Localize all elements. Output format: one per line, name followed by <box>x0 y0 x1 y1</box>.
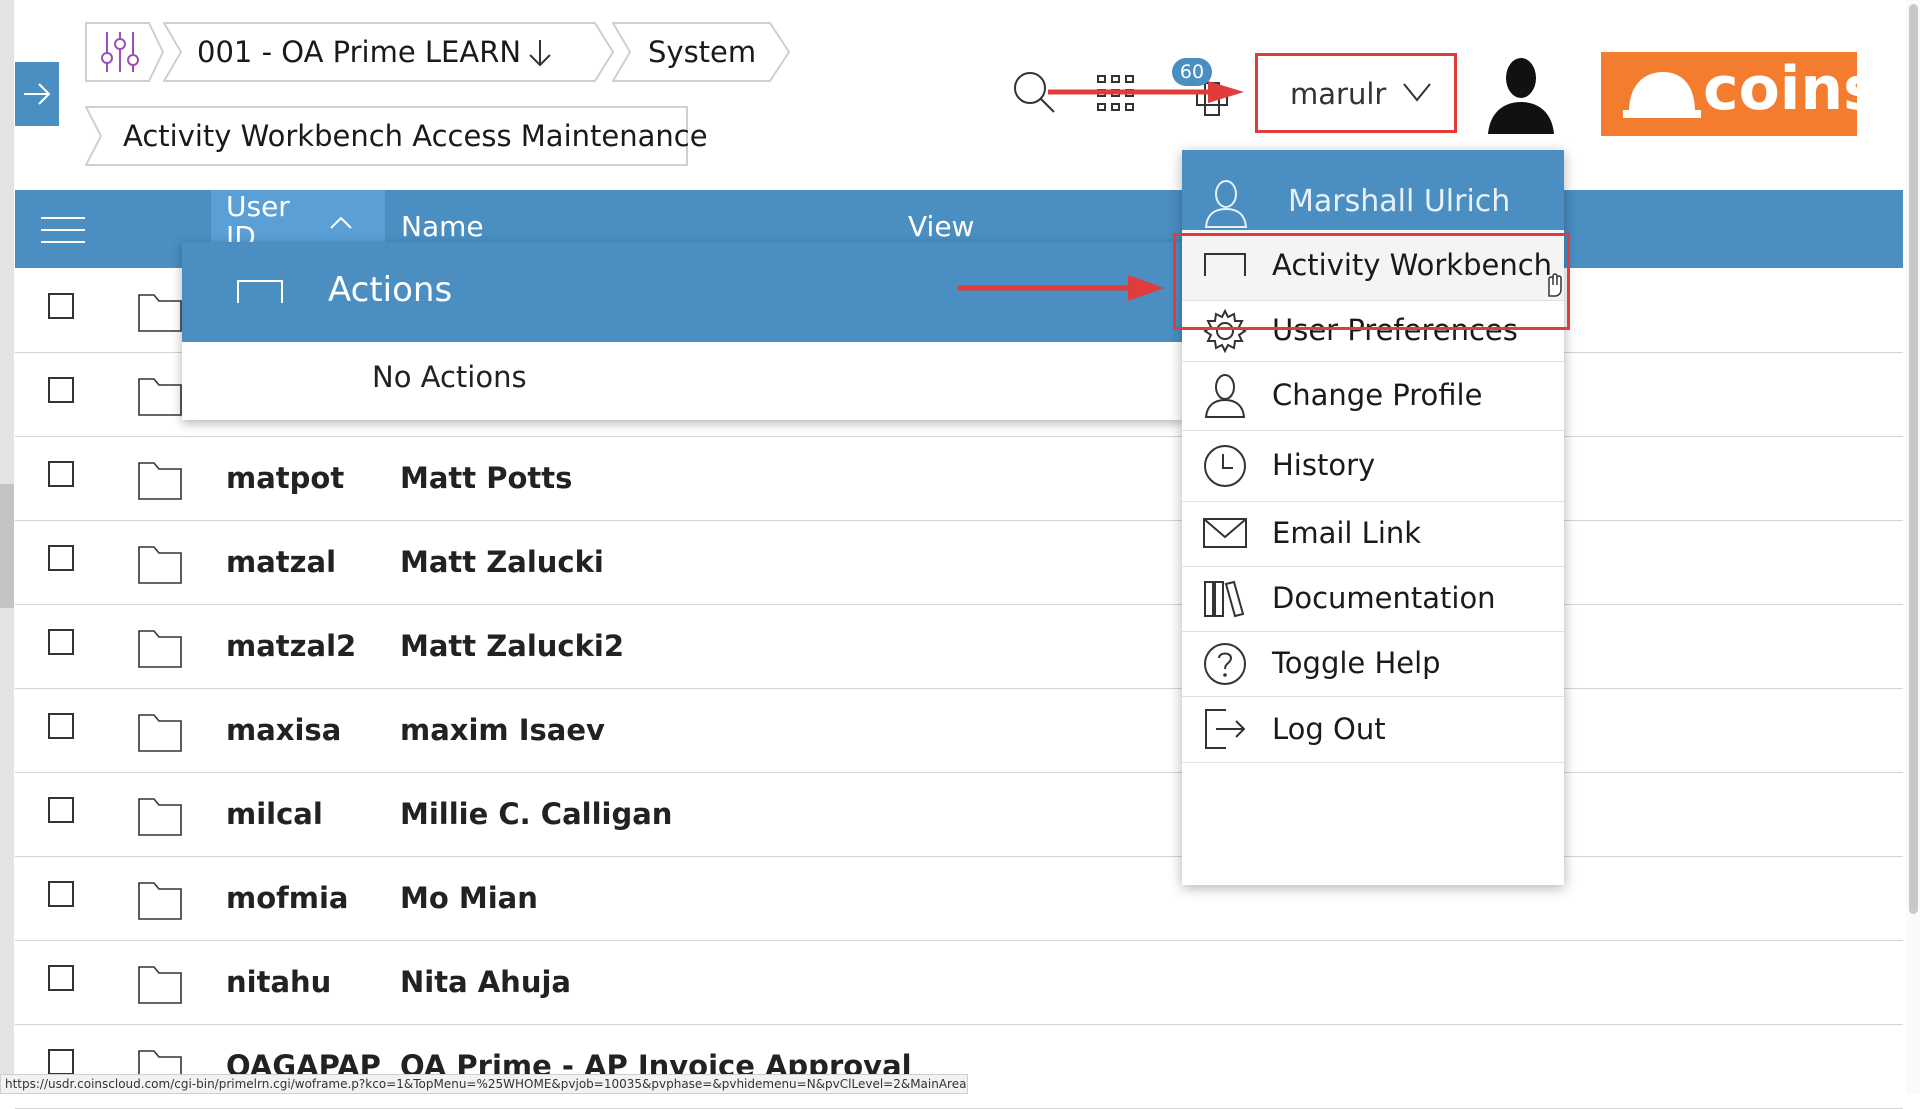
envelope-icon <box>1203 518 1247 548</box>
cell-name: Matt Potts <box>400 461 573 495</box>
highlight-activity-workbench <box>1173 233 1570 330</box>
page-title: Activity Workbench Access Maintenance <box>123 119 708 153</box>
row-checkbox[interactable] <box>48 545 74 571</box>
company-crumb[interactable]: 001 - OA Prime LEARN <box>163 22 615 82</box>
column-header-view[interactable]: View <box>908 210 974 243</box>
folder-icon[interactable] <box>138 712 182 752</box>
avatar-icon[interactable] <box>1486 56 1556 134</box>
brand-name: coins <box>1703 54 1879 124</box>
table-row[interactable]: matzal2 Matt Zalucki2 <box>15 604 1903 689</box>
coins-logo: coins <box>1601 52 1879 136</box>
hard-hat-icon <box>1623 72 1701 118</box>
table-row[interactable]: matzal Matt Zalucki <box>15 520 1903 605</box>
expand-nav-button[interactable] <box>15 62 59 126</box>
user-outline-icon <box>1204 180 1248 228</box>
menu-item-change-profile[interactable]: Change Profile <box>1182 361 1564 431</box>
cell-user-id: matzal2 <box>226 629 357 663</box>
folder-icon[interactable] <box>138 376 182 416</box>
folder-icon[interactable] <box>138 964 182 1004</box>
row-checkbox[interactable] <box>48 629 74 655</box>
menu-item-label: Change Profile <box>1272 378 1483 412</box>
user-menu-header: Marshall Ulrich <box>1182 150 1564 230</box>
cell-user-id: OAGAPAP <box>226 1049 381 1083</box>
logout-icon <box>1205 709 1246 749</box>
page-scrollbar[interactable] <box>1906 0 1920 1094</box>
left-scroll-thumb[interactable] <box>0 484 14 608</box>
menu-item-label: Documentation <box>1272 581 1496 615</box>
row-checkbox[interactable] <box>48 797 74 823</box>
cell-name: Millie C. Calligan <box>400 797 673 831</box>
hamburger-menu-icon[interactable] <box>41 216 85 244</box>
arrow-right-icon <box>24 83 51 105</box>
cell-user-id: matzal <box>226 545 337 579</box>
cell-name: Mo Mian <box>400 881 538 915</box>
cell-user-id: maxisa <box>226 713 342 747</box>
menu-item-label: Log Out <box>1272 712 1386 746</box>
settings-crumb[interactable] <box>85 22 165 82</box>
cell-name: OA Prime - AP Invoice Approval <box>400 1049 912 1083</box>
row-checkbox[interactable] <box>48 881 74 907</box>
cell-name: Matt Zalucki2 <box>400 629 625 663</box>
folder-icon[interactable] <box>138 460 182 500</box>
clock-icon <box>1204 445 1246 487</box>
cell-name: Nita Ahuja <box>400 965 571 999</box>
menu-item-label: Toggle Help <box>1272 646 1441 680</box>
chevron-down-icon <box>1403 83 1431 102</box>
menu-item-log-out[interactable]: Log Out <box>1182 696 1564 763</box>
window-icon <box>237 280 283 303</box>
table-row[interactable]: mofmia Mo Mian <box>15 856 1903 941</box>
table-row[interactable]: nitahu Nita Ahuja <box>15 940 1903 1025</box>
user-select-dropdown[interactable]: marulr <box>1255 53 1457 133</box>
cell-user-id: nitahu <box>226 965 332 999</box>
cell-name: maxim Isaev <box>400 713 605 747</box>
table-row[interactable]: maxisa maxim Isaev <box>15 688 1903 773</box>
user-select-value: marulr <box>1290 77 1387 111</box>
annotation-arrow-header <box>1048 81 1244 103</box>
menu-item-toggle-help[interactable]: Toggle Help <box>1182 631 1564 697</box>
menu-item-email-link[interactable]: Email Link <box>1182 501 1564 567</box>
cell-user-id: matpot <box>226 461 345 495</box>
row-checkbox[interactable] <box>48 1049 74 1075</box>
actions-popup: Actions No Actions <box>182 242 1183 420</box>
sliders-icon <box>101 32 139 72</box>
row-checkbox[interactable] <box>48 713 74 739</box>
folder-icon[interactable] <box>138 628 182 668</box>
cell-user-id: milcal <box>226 797 323 831</box>
actions-title: Actions <box>328 270 453 310</box>
user-icon <box>1204 374 1246 418</box>
page-scroll-thumb[interactable] <box>1909 4 1918 914</box>
annotation-arrow-menu <box>958 275 1164 301</box>
folder-icon[interactable] <box>138 544 182 584</box>
row-checkbox[interactable] <box>48 965 74 991</box>
folder-icon[interactable] <box>138 796 182 836</box>
column-header-name[interactable]: Name <box>401 210 484 243</box>
no-actions-text: No Actions <box>372 360 527 394</box>
menu-item-label: History <box>1272 448 1376 482</box>
company-label: 001 - OA Prime LEARN <box>197 35 522 69</box>
help-icon <box>1204 643 1246 685</box>
module-label: System <box>648 35 757 69</box>
menu-item-label: Email Link <box>1272 516 1422 550</box>
books-icon <box>1204 580 1245 618</box>
table-row[interactable]: matpot Matt Potts <box>15 436 1903 521</box>
folder-icon[interactable] <box>138 292 182 332</box>
table-row[interactable]: OAGAPAP OA Prime - AP Invoice Approval <box>15 1024 1903 1109</box>
module-crumb[interactable]: System <box>612 22 792 82</box>
cell-user-id: mofmia <box>226 881 349 915</box>
table-row[interactable]: milcal Millie C. Calligan <box>15 772 1903 857</box>
hand-cursor-icon <box>1548 273 1562 297</box>
row-checkbox[interactable] <box>48 293 74 319</box>
folder-icon[interactable] <box>138 880 182 920</box>
cell-name: Matt Zalucki <box>400 545 604 579</box>
status-bar-url: https://usdr.coinscloud.com/cgi-bin/prim… <box>0 1074 968 1094</box>
menu-item-documentation[interactable]: Documentation <box>1182 566 1564 632</box>
menu-item-history[interactable]: History <box>1182 430 1564 502</box>
row-checkbox[interactable] <box>48 461 74 487</box>
sort-asc-icon <box>330 216 352 229</box>
left-scroll-strip <box>0 0 14 1094</box>
arrow-down-icon <box>529 40 551 67</box>
row-checkbox[interactable] <box>48 377 74 403</box>
page-title-crumb[interactable]: Activity Workbench Access Maintenance <box>85 106 708 166</box>
